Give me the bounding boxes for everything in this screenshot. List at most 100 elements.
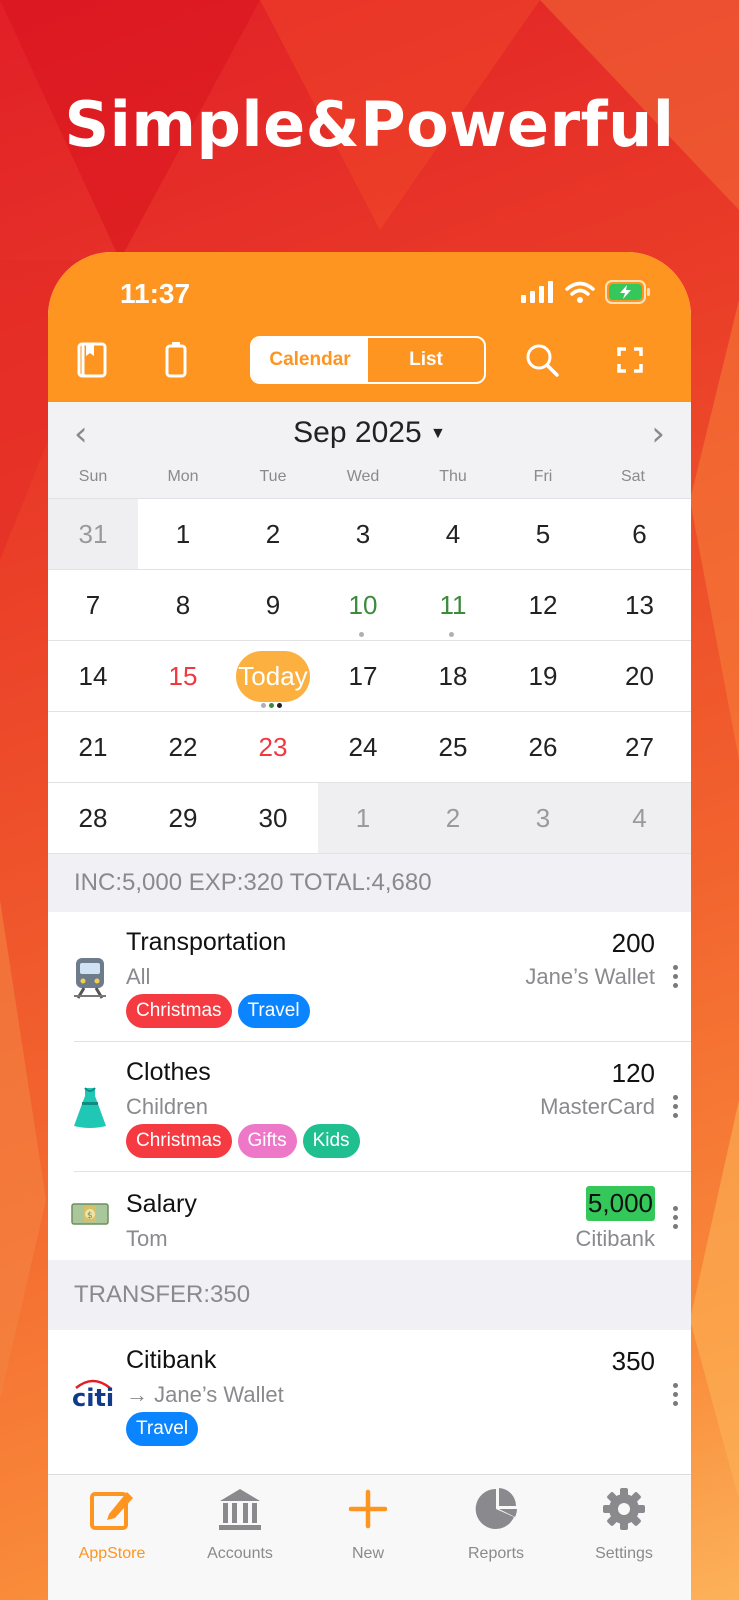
calendar-day[interactable]: 9 (228, 570, 318, 641)
more-options-icon[interactable] (671, 1095, 679, 1118)
day-number: 5 (535, 519, 551, 549)
tag-christmas[interactable]: Christmas (126, 1124, 232, 1158)
transaction-account: MasterCard (540, 1094, 655, 1119)
calendar-day[interactable]: 23 (228, 712, 318, 783)
day-number: 15 (168, 661, 198, 691)
transaction-row[interactable]: $ Salary Tom 5,000 Citibank (48, 1172, 691, 1260)
cellular-signal-icon (521, 281, 555, 308)
tab-appstore[interactable]: AppStore (48, 1475, 176, 1600)
calendar-day[interactable]: 24 (318, 712, 408, 783)
calendar-day[interactable]: 4 (408, 499, 498, 570)
calendar-day[interactable]: 10 (318, 570, 408, 641)
calendar-day[interactable]: 13 (588, 570, 691, 641)
transaction-account: Jane’s Wallet (525, 964, 655, 989)
transaction-category: Tom (126, 1226, 168, 1251)
more-options-icon[interactable] (671, 965, 679, 988)
fullscreen-icon[interactable] (610, 340, 650, 380)
calendar-day[interactable]: 1 (138, 499, 228, 570)
transfer-row[interactable]: citi Citibank → Jane’s Wallet 350 Travel (48, 1330, 691, 1460)
event-dot (277, 703, 282, 708)
day-number: 1 (175, 519, 191, 549)
calendar-day[interactable]: 20 (588, 641, 691, 712)
calendar-day[interactable]: 29 (138, 783, 228, 854)
tag-kids[interactable]: Kids (302, 1124, 360, 1158)
calendar-day[interactable]: 3 (318, 499, 408, 570)
calendar-day[interactable]: 21 (48, 712, 138, 783)
calendar-day[interactable]: 2 (228, 499, 318, 570)
chevron-down-icon: ▼ (429, 425, 446, 443)
transaction-title: Clothes (126, 1058, 211, 1086)
tab-label: New (351, 1545, 384, 1562)
transaction-title: Salary (126, 1190, 197, 1218)
next-month-arrow[interactable]: › (651, 414, 665, 454)
day-number: 29 (168, 803, 198, 833)
calendar-day[interactable]: 25 (408, 712, 498, 783)
more-options-icon[interactable] (671, 1206, 679, 1229)
tag-gifts[interactable]: Gifts (237, 1124, 297, 1158)
calendar-day[interactable]: 11 (408, 570, 498, 641)
transaction-row[interactable]: Clothes Children 120 MasterCard Christma… (48, 1042, 691, 1172)
bookmark-book-icon[interactable] (72, 340, 112, 380)
day-number: 13 (625, 590, 654, 620)
day-number: 25 (438, 732, 468, 762)
calendar-day[interactable]: 26 (498, 712, 588, 783)
calendar-day[interactable]: 4 (588, 783, 691, 854)
tab-reports[interactable]: Reports (432, 1475, 560, 1600)
tab-label: Accounts (207, 1545, 273, 1562)
calendar-day[interactable]: 2 (408, 783, 498, 854)
phone-screen: 11:37 Calendar List ‹ Sep 2025 ▼ › Sun M… (48, 252, 691, 1600)
day-number: 11 (439, 590, 467, 620)
calendar-day[interactable]: 28 (48, 783, 138, 854)
calendar-day[interactable]: 31 (48, 499, 138, 570)
transaction-amount: 200 (611, 928, 655, 958)
calendar-day[interactable]: 18 (408, 641, 498, 712)
event-dot (261, 703, 266, 708)
calendar-day[interactable]: 3 (498, 783, 588, 854)
day-number: 3 (535, 803, 551, 833)
tab-accounts[interactable]: Accounts (176, 1475, 304, 1600)
calendar-header: ‹ Sep 2025 ▼ › Sun Mon Tue Wed Thu Fri S… (48, 402, 691, 498)
segment-calendar[interactable]: Calendar (252, 338, 368, 382)
calendar-day[interactable]: 12 (498, 570, 588, 641)
tag-travel[interactable]: Travel (237, 994, 310, 1028)
search-icon[interactable] (522, 340, 562, 380)
gear-icon (600, 1485, 648, 1533)
transaction-category: All (126, 964, 151, 989)
tab-settings[interactable]: Settings (560, 1475, 688, 1600)
calendar-day[interactable]: Today (228, 641, 318, 712)
view-mode-segmented-control: Calendar List (250, 336, 486, 384)
calendar-day[interactable]: 17 (318, 641, 408, 712)
day-number: 18 (438, 661, 468, 691)
calendar-day[interactable]: 6 (588, 499, 691, 570)
calendar-day[interactable]: 27 (588, 712, 691, 783)
day-number: 21 (78, 732, 108, 762)
segment-list[interactable]: List (368, 338, 484, 382)
month-selector[interactable]: Sep 2025 ▼ (48, 416, 691, 450)
transaction-row[interactable]: Transportation All 200 Jane’s Wallet Chr… (48, 912, 691, 1042)
weekday-label: Fri (533, 468, 553, 485)
headline: Simple&Powerful (64, 88, 675, 161)
calendar-day[interactable]: 22 (138, 712, 228, 783)
more-options-icon[interactable] (671, 1383, 679, 1406)
phone-device-icon[interactable] (156, 340, 196, 380)
transfer-to-account: → Jane’s Wallet (126, 1382, 284, 1407)
day-number: 8 (175, 590, 191, 620)
weekday-label: Wed (346, 468, 380, 485)
event-dot (359, 632, 364, 637)
calendar-day[interactable]: 7 (48, 570, 138, 641)
calendar-day[interactable]: 19 (498, 641, 588, 712)
tag-christmas[interactable]: Christmas (126, 994, 232, 1028)
tab-new[interactable]: New (304, 1475, 432, 1600)
pie-chart-icon (472, 1485, 520, 1533)
calendar-day[interactable]: 5 (498, 499, 588, 570)
calendar-day[interactable]: 14 (48, 641, 138, 712)
weekday-label: Thu (439, 468, 467, 485)
calendar-day[interactable]: 1 (318, 783, 408, 854)
tag-travel[interactable]: Travel (126, 1412, 199, 1446)
tag-list: Christmas Travel (126, 994, 310, 1028)
calendar-day[interactable]: 8 (138, 570, 228, 641)
calendar-day[interactable]: 30 (228, 783, 318, 854)
day-number: 10 (348, 590, 378, 620)
day-number: 9 (265, 590, 281, 620)
calendar-day[interactable]: 15 (138, 641, 228, 712)
